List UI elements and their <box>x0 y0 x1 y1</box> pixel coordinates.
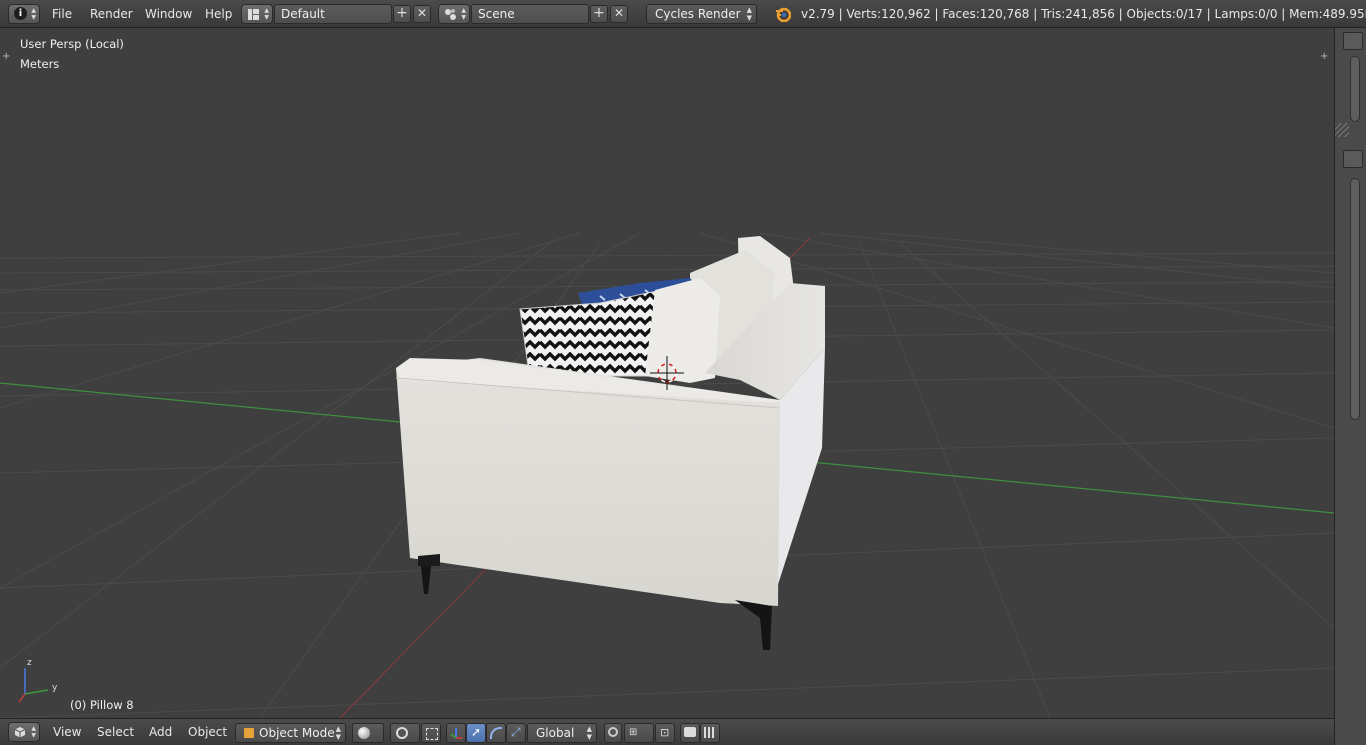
properties-toggle-icon[interactable]: + <box>1320 51 1328 62</box>
clapperboard-icon <box>704 727 716 738</box>
scale-manipulator-button[interactable]: ⤢ <box>506 723 526 743</box>
menu-file[interactable]: File <box>52 5 72 23</box>
arrow-icon: ➚ <box>471 725 482 739</box>
pivot-icon <box>396 727 408 739</box>
chevron-updown-icon: ▲ ▼ <box>586 725 592 741</box>
interaction-mode-label: Object Mode <box>259 726 335 740</box>
opengl-render-animation-button[interactable] <box>700 723 720 743</box>
close-icon: ✕ <box>416 6 428 20</box>
outliner-editor-icon[interactable] <box>1343 32 1363 50</box>
scene-statistics: v2.79 | Verts:120,962 | Faces:120,768 | … <box>801 7 1366 21</box>
chevron-updown-icon: ▲ ▼ <box>31 7 36 21</box>
layers-icon: ⊞ <box>629 727 638 738</box>
render-engine-dropdown[interactable]: Cycles Render ▲ ▼ <box>646 4 757 24</box>
rotate-arc-icon <box>490 727 502 739</box>
translate-manipulator-button[interactable]: ➚ <box>466 723 486 743</box>
add-screen-button[interactable]: + <box>393 5 411 23</box>
menu-window[interactable]: Window <box>145 5 192 23</box>
render-engine-label: Cycles Render <box>655 7 741 21</box>
info-icon: i <box>14 7 27 20</box>
chevron-updown-icon: ▲ ▼ <box>461 7 466 21</box>
axis-gizmo <box>18 668 49 703</box>
info-header: i ▲ ▼ File Render Window Help ▲ ▼ Default … <box>0 0 1366 28</box>
close-icon: ✕ <box>613 6 625 20</box>
plus-icon: + <box>593 5 605 21</box>
area-split-handle-icon[interactable] <box>1335 123 1349 137</box>
snap-toggle[interactable]: ⊡ <box>655 723 675 743</box>
delete-scene-button[interactable]: ✕ <box>610 5 628 23</box>
blender-logo-icon <box>775 6 792 23</box>
rotate-manipulator-button[interactable] <box>486 723 506 743</box>
menu-render[interactable]: Render <box>90 5 133 23</box>
tool-shelf-toggle-icon[interactable]: + <box>2 51 10 62</box>
manipulate-center-toggle[interactable] <box>421 723 441 743</box>
chevron-updown-icon: ▲ ▼ <box>335 725 341 741</box>
menu-view[interactable]: View <box>53 725 81 739</box>
scene-browse-button[interactable]: ▲ ▼ <box>438 4 470 24</box>
snap-magnet-icon: ⊡ <box>660 726 670 739</box>
scene-field[interactable]: Scene <box>471 4 589 24</box>
menu-add[interactable]: Add <box>149 725 172 739</box>
properties-scrollbar[interactable] <box>1350 178 1360 420</box>
axis-y-label: y <box>52 683 58 693</box>
3d-viewport[interactable]: User Persp (Local) Meters z y (0) Pillow… <box>0 28 1334 718</box>
delete-screen-button[interactable]: ✕ <box>413 5 431 23</box>
units-label: Meters <box>20 57 60 71</box>
scale-icon: ⤢ <box>511 725 521 739</box>
view-name-label: User Persp (Local) <box>20 37 124 51</box>
manipulator-icon <box>450 726 463 743</box>
active-object-label: (0) Pillow 8 <box>70 698 134 712</box>
viewport-scene <box>0 232 1334 718</box>
scene-icon <box>444 8 457 21</box>
plus-icon: + <box>396 5 408 21</box>
transform-orientation-label: Global <box>536 726 575 740</box>
menu-select[interactable]: Select <box>97 725 134 739</box>
chevron-updown-icon: ▲ ▼ <box>264 7 269 21</box>
3d-view-header: ▲ ▼ View Select Add Object Object Mode ▲ ▼… <box>0 718 1334 745</box>
transform-orientation-dropdown[interactable]: Global ▲ ▼ <box>527 723 597 743</box>
add-scene-button[interactable]: + <box>590 5 608 23</box>
editor-type-button[interactable]: i ▲ ▼ <box>8 4 40 24</box>
chevron-updown-icon: ▲ ▼ <box>746 6 752 22</box>
editor-type-button[interactable]: ▲ ▼ <box>8 722 40 742</box>
menu-help[interactable]: Help <box>205 5 232 23</box>
layout-grid-icon <box>248 9 259 20</box>
layer-lock-toggle[interactable] <box>604 723 622 743</box>
layers-dropdown[interactable]: ⊞ <box>624 723 654 743</box>
screen-layout-field[interactable]: Default <box>274 4 392 24</box>
center-points-icon <box>426 728 438 740</box>
cube-icon <box>14 726 26 738</box>
chevron-updown-icon: ▲ ▼ <box>31 725 36 739</box>
axis-z-label: z <box>27 658 32 668</box>
viewport-shading-dropdown[interactable] <box>352 723 384 743</box>
link-icon <box>608 727 618 737</box>
screen-layout-browse-button[interactable]: ▲ ▼ <box>241 4 273 24</box>
manipulator-toggle[interactable] <box>446 723 466 743</box>
camera-icon <box>684 727 696 737</box>
outliner-scrollbar[interactable] <box>1350 56 1360 122</box>
interaction-mode-dropdown[interactable]: Object Mode ▲ ▼ <box>235 723 346 743</box>
object-mode-icon <box>244 728 254 738</box>
properties-editor-icon[interactable] <box>1343 150 1363 168</box>
menu-object[interactable]: Object <box>188 725 227 739</box>
shading-sphere-icon <box>358 727 370 739</box>
sofa-model <box>395 236 825 650</box>
pivot-point-dropdown[interactable] <box>390 723 420 743</box>
opengl-render-image-button[interactable] <box>680 723 700 743</box>
